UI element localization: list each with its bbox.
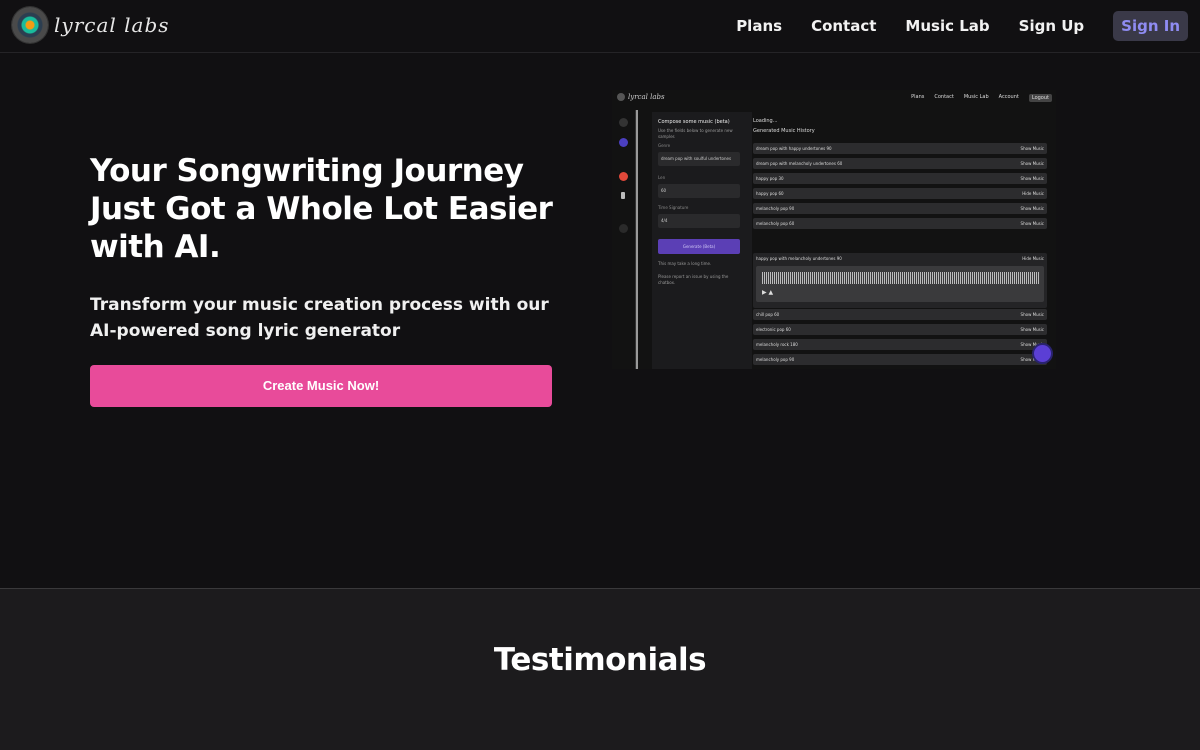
brand-logo[interactable]: lyrcal labs xyxy=(12,7,170,43)
preview-row-title: chill pop 60 xyxy=(756,312,780,317)
preview-note-1: This may take a long time. xyxy=(658,261,712,266)
preview-row-title: happy pop 60 xyxy=(756,191,784,196)
preview-genre-field: dream pop with soulful undertones xyxy=(658,152,740,166)
preview-row-action: Show Music xyxy=(1020,221,1044,226)
preview-history-row: melancholy pop 60 Show Music xyxy=(753,218,1047,229)
preview-history-title: Generated Music History xyxy=(753,128,815,134)
preview-history-row: happy pop 30 Show Music xyxy=(753,173,1047,184)
preview-row-title: melancholy pop 90 xyxy=(756,357,795,362)
preview-nav-contact: Contact xyxy=(934,94,954,100)
preview-expanded-row: happy pop with melancholy undertones 90 … xyxy=(753,253,1047,308)
chat-bubble-icon xyxy=(1034,345,1051,362)
preview-row-title: dream pop with melancholy undertones 60 xyxy=(756,161,843,166)
testimonials-title: Testimonials xyxy=(493,642,707,678)
preview-nav-links: Plans Contact Music Lab Account Logout xyxy=(901,94,1052,102)
vinyl-record-icon xyxy=(617,93,625,101)
preview-note-2: Please report an issue by using the chat… xyxy=(658,274,729,285)
preview-expanded-title: happy pop with melancholy undertones 90 xyxy=(756,256,842,261)
preview-row-action: Show Music xyxy=(1020,161,1044,166)
nav-links: Plans Contact Music Lab Sign Up Sign In xyxy=(707,11,1188,41)
pencil-icon xyxy=(619,118,628,127)
brand-logo-text: lyrcal labs xyxy=(54,13,170,37)
preview-generate-button: Generate (Beta) xyxy=(658,239,740,254)
preview-sidebar xyxy=(612,110,636,369)
preview-history-row: melancholy pop 90 Show Music xyxy=(753,354,1047,365)
preview-row-title: dream pop with happy undertones 90 xyxy=(756,146,832,151)
top-nav: lyrcal labs Plans Contact Music Lab Sign… xyxy=(0,0,1200,53)
preview-nav-account: Account xyxy=(998,94,1019,100)
preview-row-action: Show Music xyxy=(1020,146,1044,151)
preview-row-action: Show Music xyxy=(1020,312,1044,317)
preview-row-action: Show Music xyxy=(1020,327,1044,332)
preview-time-field: 4/4 xyxy=(658,214,740,228)
preview-nav-music-lab: Music Lab xyxy=(963,94,989,100)
testimonials-section: Testimonials xyxy=(0,588,1200,750)
preview-row-title: melancholy rock 180 xyxy=(756,342,798,347)
preview-row-title: happy pop 30 xyxy=(756,176,784,181)
settings-icon xyxy=(619,224,628,233)
create-music-button[interactable]: Create Music Now! xyxy=(90,365,552,407)
preview-history-row: electronic pop 60 Show Music xyxy=(753,324,1047,335)
preview-logo: lyrcal labs xyxy=(617,93,665,101)
preview-genre-label: Genre xyxy=(658,143,671,148)
preview-row-action: Show Music xyxy=(1020,206,1044,211)
preview-row-title: melancholy pop 90 xyxy=(756,206,795,211)
music-note-icon xyxy=(619,138,628,147)
preview-panel-title: Compose some music (beta) xyxy=(658,119,730,125)
preview-history-row: happy pop 60 Hide Music xyxy=(753,188,1047,199)
preview-panel-desc: Use the fields below to generate new sam… xyxy=(658,128,733,139)
preview-row-action: Show Music xyxy=(1020,176,1044,181)
preview-length-label: Len xyxy=(658,175,666,180)
waveform xyxy=(762,272,1040,284)
preview-scroll-track xyxy=(636,110,638,369)
app-preview-screenshot: lyrcal labs Plans Contact Music Lab Acco… xyxy=(612,90,1056,369)
preview-nav-plans: Plans xyxy=(911,94,925,100)
preview-history-row: dream pop with melancholy undertones 60 S… xyxy=(753,158,1047,169)
preview-time-label: Time Signature xyxy=(658,205,689,210)
nav-sign-up-link[interactable]: Sign Up xyxy=(1019,11,1085,41)
preview-logo-text: lyrcal labs xyxy=(628,93,665,101)
preview-compose-panel: Compose some music (beta) Use the fields… xyxy=(652,112,752,369)
nav-contact-link[interactable]: Contact xyxy=(811,11,876,41)
preview-history-row: chill pop 60 Show Music xyxy=(753,309,1047,320)
vinyl-record-icon xyxy=(12,7,48,43)
nav-music-lab-link[interactable]: Music Lab xyxy=(905,11,989,41)
preview-length-field: 60 xyxy=(658,184,740,198)
preview-audio-player: ▶ ▲ xyxy=(756,266,1044,302)
preview-loading-text: Loading... xyxy=(753,118,778,124)
preview-row-title: electronic pop 60 xyxy=(756,327,791,332)
hero-subtitle: Transform your music creation process wi… xyxy=(90,295,549,341)
hero-title: Your Songwriting Journey Just Got a Whol… xyxy=(90,153,553,265)
preview-history-row: melancholy rock 180 Show Music xyxy=(753,339,1047,350)
preview-nav: lyrcal labs Plans Contact Music Lab Acco… xyxy=(612,90,1056,108)
pause-icon xyxy=(621,192,625,199)
nav-plans-link[interactable]: Plans xyxy=(736,11,782,41)
preview-row-action: Hide Music xyxy=(1022,191,1044,196)
preview-logout-button: Logout xyxy=(1028,94,1052,102)
record-icon xyxy=(619,172,628,181)
preview-history-row: melancholy pop 90 Show Music xyxy=(753,203,1047,214)
preview-expanded-action: Hide Music xyxy=(1022,256,1044,261)
sign-in-button[interactable]: Sign In xyxy=(1113,11,1188,41)
play-icon: ▶ ▲ xyxy=(762,289,774,296)
preview-history-row: dream pop with happy undertones 90 Show M… xyxy=(753,143,1047,154)
preview-row-title: melancholy pop 60 xyxy=(756,221,795,226)
preview-history: Loading... Generated Music History dream… xyxy=(752,112,1056,369)
